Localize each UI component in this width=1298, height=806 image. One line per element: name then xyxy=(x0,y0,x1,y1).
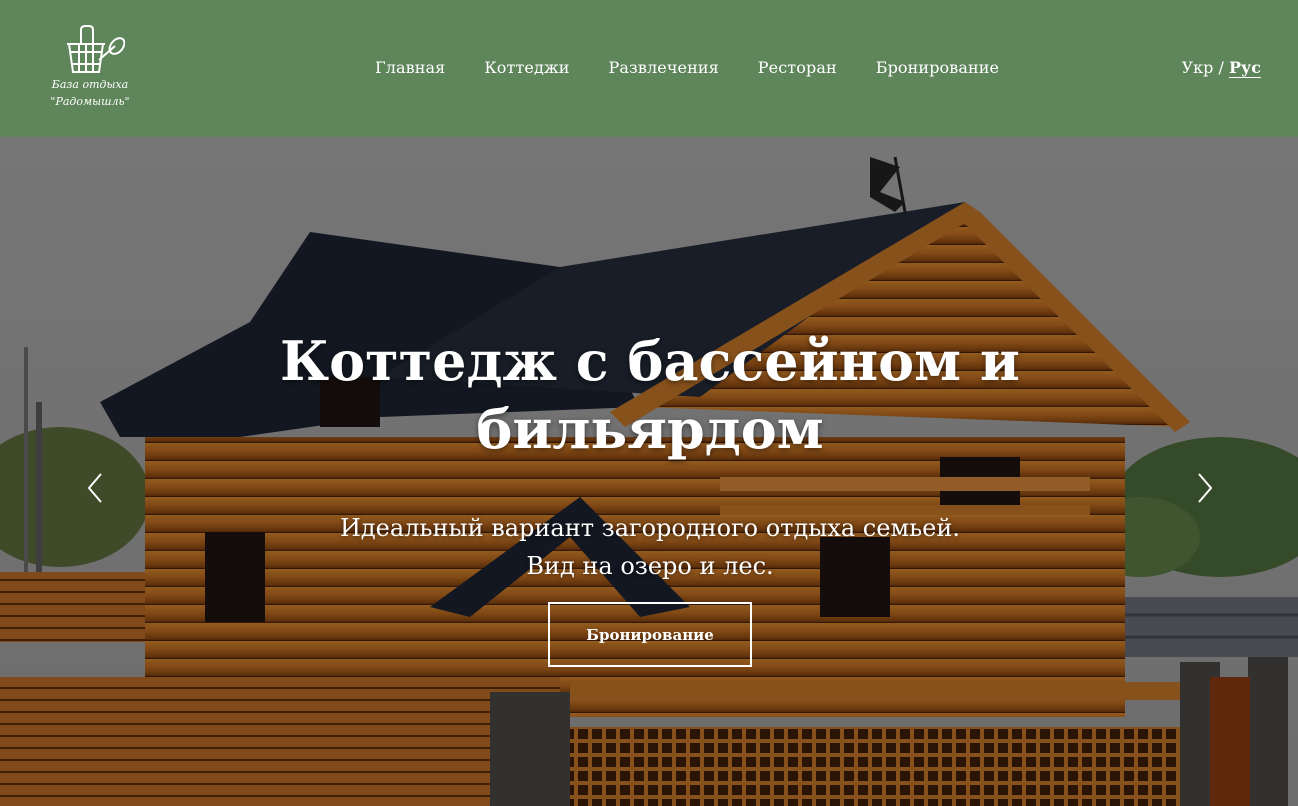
nav-item-restaurant[interactable]: Ресторан xyxy=(758,58,837,77)
tub-icon xyxy=(67,25,125,73)
language-switcher: Укр / Рус xyxy=(1182,58,1261,77)
nav-item-entertainment[interactable]: Развлечения xyxy=(609,58,719,77)
logo-line2: "Радомышль" xyxy=(50,95,130,108)
chevron-right-icon xyxy=(1198,473,1213,503)
main-nav: Главная Коттеджи Развлечения Ресторан Бр… xyxy=(375,58,1038,77)
logo-line1: База отдыха xyxy=(51,78,129,91)
logo[interactable]: База отдыха "Радомышль" xyxy=(44,22,136,114)
nav-item-booking[interactable]: Бронирование xyxy=(876,58,999,77)
nav-item-home[interactable]: Главная xyxy=(375,58,445,77)
lang-rus[interactable]: Рус xyxy=(1229,58,1261,77)
hero-subtitle: Идеальный вариант загородного отдыха сем… xyxy=(250,509,1050,585)
hero-title: Коттедж с бассейном и бильярдом xyxy=(280,329,1020,461)
slider-next-button[interactable] xyxy=(1190,472,1218,504)
hero-subtitle-line1: Идеальный вариант загородного отдыха сем… xyxy=(339,514,961,542)
hero-subtitle-line2: Вид на озеро и лес. xyxy=(526,552,774,580)
site-header: База отдыха "Радомышль" Главная Коттеджи… xyxy=(0,0,1298,137)
hero-slider: Коттедж с бассейном и бильярдом Идеальны… xyxy=(0,137,1298,806)
hero-booking-button[interactable]: Бронирование xyxy=(548,602,752,667)
lang-ukr[interactable]: Укр xyxy=(1182,58,1214,77)
slider-prev-button[interactable] xyxy=(82,472,110,504)
hero-overlay xyxy=(0,137,1298,806)
nav-item-cottages[interactable]: Коттеджи xyxy=(484,58,569,77)
lang-separator: / xyxy=(1218,58,1224,77)
chevron-left-icon xyxy=(87,473,102,503)
